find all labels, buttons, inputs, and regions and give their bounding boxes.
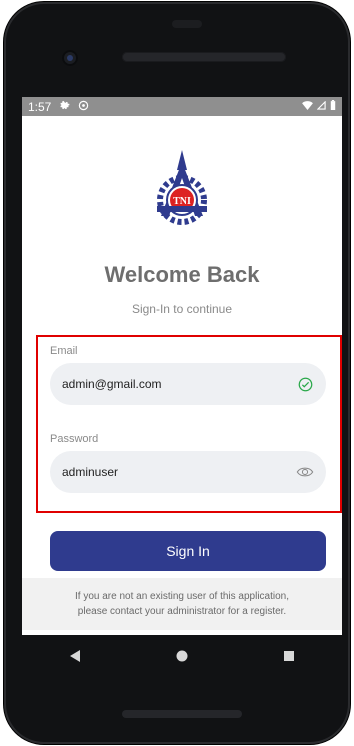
- status-time: 1:57: [28, 99, 52, 114]
- at-icon: [78, 100, 89, 114]
- status-bar: 1:57: [22, 97, 342, 116]
- app-screen: 1:57 TNI Welcome Back Sign-In to continu…: [22, 97, 342, 635]
- signal-icon: [316, 100, 326, 113]
- notice-line-2: please contact your administrator for a …: [77, 606, 287, 617]
- top-sensor: [172, 20, 202, 28]
- back-button[interactable]: [55, 641, 95, 671]
- phone-frame: 1:57 TNI Welcome Back Sign-In to continu…: [4, 2, 350, 744]
- recents-button[interactable]: [269, 641, 309, 671]
- logo-text: TNI: [173, 196, 191, 207]
- password-value: adminuser: [62, 465, 119, 479]
- home-button[interactable]: [162, 641, 202, 671]
- sign-in-button[interactable]: Sign In: [50, 531, 326, 571]
- status-right: [302, 100, 336, 113]
- access-notice: If you are not an existing user of this …: [22, 578, 342, 630]
- front-camera: [62, 50, 78, 66]
- login-form: Email admin@gmail.com Password adminuser: [36, 335, 342, 513]
- home-icon: [176, 650, 188, 662]
- password-field[interactable]: adminuser: [50, 451, 326, 493]
- page-title: Welcome Back: [104, 262, 260, 287]
- email-field[interactable]: admin@gmail.com: [50, 363, 326, 405]
- recents-icon: [283, 651, 294, 661]
- back-icon: [70, 650, 81, 662]
- earpiece-speaker: [122, 52, 286, 62]
- email-label: Email: [50, 345, 78, 357]
- gear-icon: [59, 100, 70, 114]
- password-label: Password: [50, 433, 99, 445]
- tni-logo: TNI: [157, 150, 207, 225]
- android-nav-bar: [22, 635, 342, 677]
- check-circle-icon: [296, 375, 314, 393]
- logo-container: TNI: [22, 148, 342, 228]
- notice-line-1: If you are not an existing user of this …: [74, 591, 289, 602]
- page-subtitle: Sign-In to continue: [131, 302, 233, 316]
- status-left: 1:57: [28, 100, 89, 114]
- battery-icon: [330, 100, 336, 113]
- bottom-speaker: [122, 710, 242, 718]
- email-value: admin@gmail.com: [62, 377, 162, 391]
- wifi-icon: [302, 100, 313, 113]
- eye-icon[interactable]: [296, 463, 314, 481]
